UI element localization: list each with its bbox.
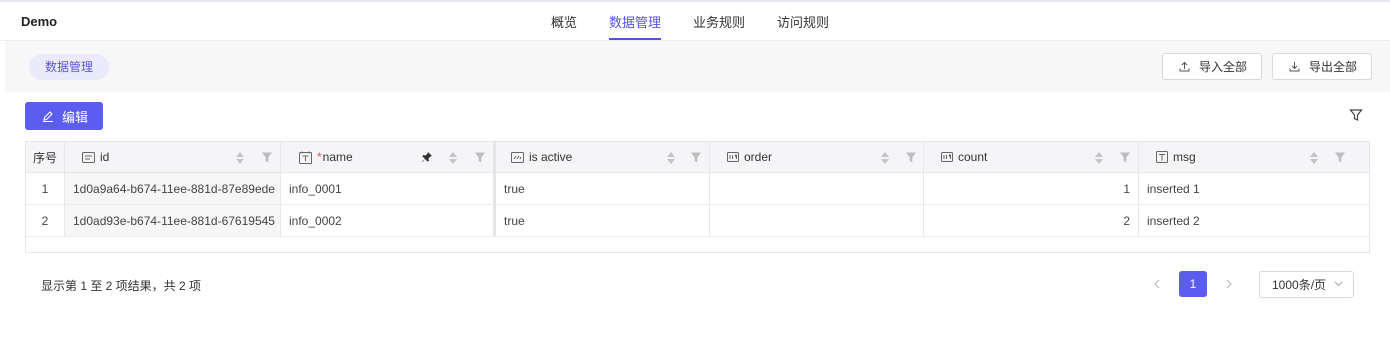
data-table: 序号 id * name is active order count msg 1… xyxy=(25,141,1370,253)
pencil-icon xyxy=(43,111,53,122)
sort-icon[interactable] xyxy=(1094,151,1104,165)
column-header-id-label: id xyxy=(100,150,110,164)
column-filter-icon[interactable] xyxy=(474,151,486,164)
sub-header-bar: 数据管理 导入全部 导出全部 xyxy=(5,41,1390,92)
import-all-label: 导入全部 xyxy=(1199,60,1248,74)
column-header-count-label: count xyxy=(958,150,988,164)
row-id[interactable]: 1d0a9a64-b674-11ee-881d-87e89ede xyxy=(65,173,281,204)
text-type-icon xyxy=(1156,151,1168,163)
row-id[interactable]: 1d0ad93e-b674-11ee-881d-67619545 xyxy=(65,205,281,236)
page-size-select[interactable]: 1000条/页 xyxy=(1259,271,1354,298)
row-index: 2 xyxy=(26,205,65,236)
column-filter-icon[interactable] xyxy=(1334,151,1346,164)
text-field-icon xyxy=(82,151,95,163)
column-header-name[interactable]: * name xyxy=(281,142,496,172)
row-order[interactable] xyxy=(710,173,924,204)
column-header-order[interactable]: order xyxy=(710,142,924,172)
sort-icon[interactable] xyxy=(1309,151,1319,165)
table-header-row: 序号 id * name is active order count msg xyxy=(26,142,1369,173)
app-header: Demo 概览 数据管理 业务规则 访问规则 xyxy=(0,2,1390,41)
tab-access-rules[interactable]: 访问规则 xyxy=(777,2,829,41)
import-all-button[interactable]: 导入全部 xyxy=(1162,53,1263,80)
text-type-icon xyxy=(299,151,312,164)
column-header-msg-label: msg xyxy=(1173,150,1196,164)
chevron-left-icon xyxy=(1154,279,1160,289)
row-msg[interactable]: inserted 1 xyxy=(1139,173,1369,204)
column-header-is-active-label: is active xyxy=(529,150,573,164)
row-name[interactable]: info_0002 xyxy=(281,205,496,236)
column-filter-icon[interactable] xyxy=(1119,151,1131,164)
app-title: Demo xyxy=(21,14,58,29)
prev-page-button[interactable] xyxy=(1143,271,1171,297)
column-filter-icon[interactable] xyxy=(261,151,273,164)
sort-icon[interactable] xyxy=(880,151,890,165)
column-header-order-label: order xyxy=(744,150,773,164)
column-filter-icon[interactable] xyxy=(690,151,702,164)
export-all-button[interactable]: 导出全部 xyxy=(1272,53,1373,80)
next-page-button[interactable] xyxy=(1215,271,1243,297)
row-count[interactable]: 1 xyxy=(924,173,1139,204)
row-is-active[interactable]: true xyxy=(496,173,710,204)
sort-icon[interactable] xyxy=(235,151,245,165)
page-number-1[interactable]: 1 xyxy=(1179,271,1207,297)
upload-icon xyxy=(1179,61,1190,72)
column-header-msg[interactable]: msg xyxy=(1139,142,1369,172)
section-pill[interactable]: 数据管理 xyxy=(29,54,110,80)
export-all-label: 导出全部 xyxy=(1309,60,1358,74)
chevron-down-icon xyxy=(1334,281,1343,287)
chevron-right-icon xyxy=(1226,279,1232,289)
table-row[interactable]: 2 1d0ad93e-b674-11ee-881d-67619545 info_… xyxy=(26,205,1369,237)
sort-icon[interactable] xyxy=(448,151,458,165)
edit-label: 编辑 xyxy=(62,109,89,125)
tab-overview[interactable]: 概览 xyxy=(551,2,577,41)
number-field-icon xyxy=(727,152,739,162)
pagination-summary: 显示第 1 至 2 项结果，共 2 项 xyxy=(41,279,202,293)
row-count[interactable]: 2 xyxy=(924,205,1139,236)
edit-button[interactable]: 编辑 xyxy=(25,102,103,130)
column-header-id[interactable]: id xyxy=(65,142,281,172)
page-size-value: 1000条/页 xyxy=(1272,278,1327,292)
sort-icon[interactable] xyxy=(666,151,676,165)
row-msg[interactable]: inserted 2 xyxy=(1139,205,1369,236)
pin-icon[interactable] xyxy=(421,151,433,163)
table-row[interactable]: 1 1d0a9a64-b674-11ee-881d-87e89ede info_… xyxy=(26,173,1369,205)
required-mark: * xyxy=(317,150,322,164)
column-header-name-label: name xyxy=(322,150,353,164)
column-header-index: 序号 xyxy=(26,142,65,172)
row-name[interactable]: info_0001 xyxy=(281,173,496,204)
row-is-active[interactable]: true xyxy=(496,205,710,236)
row-index: 1 xyxy=(26,173,65,204)
row-order[interactable] xyxy=(710,205,924,236)
main-nav: 概览 数据管理 业务规则 访问规则 xyxy=(551,2,861,41)
download-icon xyxy=(1289,62,1300,72)
column-header-count[interactable]: count xyxy=(924,142,1139,172)
number-field-icon xyxy=(941,152,953,162)
pagination: 1 xyxy=(1143,271,1243,297)
filter-icon[interactable] xyxy=(1349,108,1363,122)
tab-data-management[interactable]: 数据管理 xyxy=(609,2,662,41)
boolean-field-icon xyxy=(511,151,524,163)
tab-business-rules[interactable]: 业务规则 xyxy=(693,2,745,41)
column-header-index-label: 序号 xyxy=(32,150,57,165)
column-filter-icon[interactable] xyxy=(905,151,917,164)
column-header-is-active[interactable]: is active xyxy=(496,142,710,172)
